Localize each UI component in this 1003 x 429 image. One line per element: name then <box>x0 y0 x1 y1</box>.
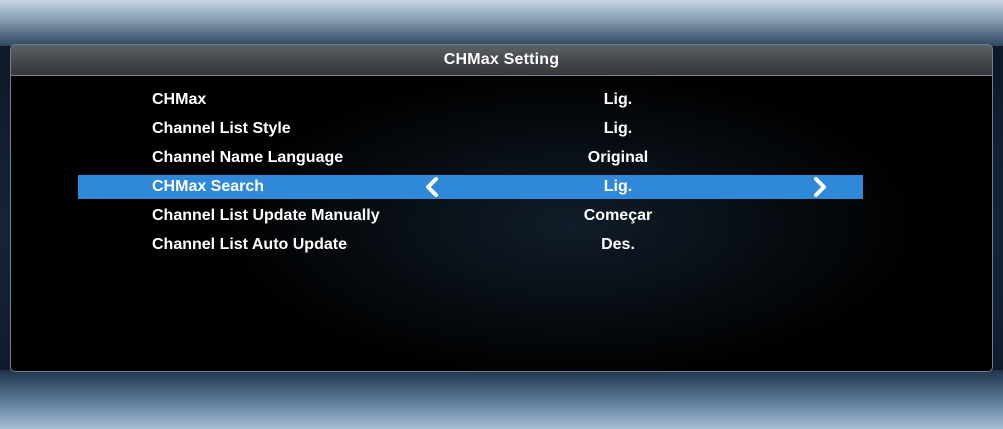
menu-item-chmax[interactable]: CHMax Lig. <box>78 86 863 115</box>
menu-item-value: Lig. <box>603 91 633 108</box>
menu-item-value: Lig. <box>603 120 633 137</box>
menu-item-label: CHMax Search <box>152 178 265 195</box>
settings-panel: CHMax Setting CHMax Lig. Channel List St… <box>10 44 993 372</box>
menu-item-label: Channel List Style <box>152 120 291 137</box>
menu-item-channel-name-language[interactable]: Channel Name Language Original <box>78 144 863 173</box>
settings-menu: CHMax Lig. Channel List Style Lig. Chann… <box>11 86 992 260</box>
chevron-right-icon[interactable] <box>810 175 830 199</box>
title-bar: CHMax Setting <box>11 45 992 76</box>
menu-item-chmax-search[interactable]: CHMax Search Lig. <box>78 175 863 199</box>
menu-item-label: Channel Name Language <box>152 149 344 166</box>
menu-item-channel-list-auto-update[interactable]: Channel List Auto Update Des. <box>78 231 863 260</box>
menu-item-value: Original <box>587 149 649 166</box>
page-title: CHMax Setting <box>443 51 560 68</box>
menu-item-channel-list-style[interactable]: Channel List Style Lig. <box>78 115 863 144</box>
menu-item-label: CHMax <box>152 91 207 108</box>
chevron-left-icon[interactable] <box>422 175 442 199</box>
background-water-drops <box>0 370 1003 429</box>
menu-item-value: Lig. <box>603 178 633 195</box>
menu-item-label: Channel List Auto Update <box>152 236 347 253</box>
menu-item-value: Des. <box>601 236 635 253</box>
menu-item-label: Channel List Update Manually <box>152 207 380 224</box>
menu-item-value: Começar <box>583 207 653 224</box>
menu-item-channel-list-update-manually[interactable]: Channel List Update Manually Começar <box>78 202 863 231</box>
background-top-band <box>0 0 1003 46</box>
